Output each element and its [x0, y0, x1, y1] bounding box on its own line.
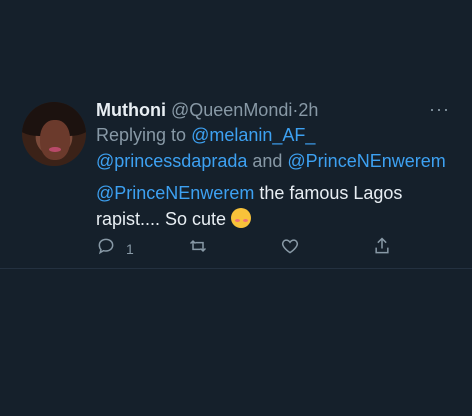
tweet-text: @PrinceNEnwerem the famous Lagos rapist.… [96, 180, 448, 232]
timestamp[interactable]: 2h [298, 100, 318, 120]
tweet-header: Muthoni @QueenMondi·2h [96, 98, 448, 122]
user-handle[interactable]: @QueenMondi [171, 100, 292, 120]
and-label: and [247, 151, 288, 171]
retweet-icon [188, 236, 208, 261]
mention-link[interactable]: @PrinceNEnwerem [96, 183, 254, 203]
reply-count: 1 [126, 240, 134, 257]
reply-button[interactable]: 1 [96, 236, 134, 261]
tweet-content: Muthoni @QueenMondi·2h Replying to @mela… [96, 98, 448, 232]
mention-link[interactable]: @PrinceNEnwerem [287, 151, 445, 171]
display-name[interactable]: Muthoni [96, 100, 166, 120]
mention-link[interactable]: @melanin_AF_ [191, 125, 315, 145]
avatar-face [40, 120, 70, 160]
replying-to: Replying to @melanin_AF_ @princessdaprad… [96, 122, 448, 174]
replying-to-label: Replying to [96, 125, 192, 145]
avatar-lips [49, 147, 61, 152]
mention-link[interactable]: @princessdaprada [96, 151, 247, 171]
avatar[interactable] [22, 102, 86, 166]
tweet-actions: 1 [96, 236, 416, 258]
share-icon [372, 236, 392, 261]
tweet-card[interactable]: ··· Muthoni @QueenMondi·2h Replying to @… [0, 88, 472, 269]
reply-icon [96, 236, 116, 261]
retweet-button[interactable] [188, 236, 208, 261]
like-button[interactable] [280, 236, 300, 261]
heart-icon [280, 236, 300, 261]
share-button[interactable] [372, 236, 392, 261]
smiling-face-with-hearts-icon [231, 208, 252, 228]
